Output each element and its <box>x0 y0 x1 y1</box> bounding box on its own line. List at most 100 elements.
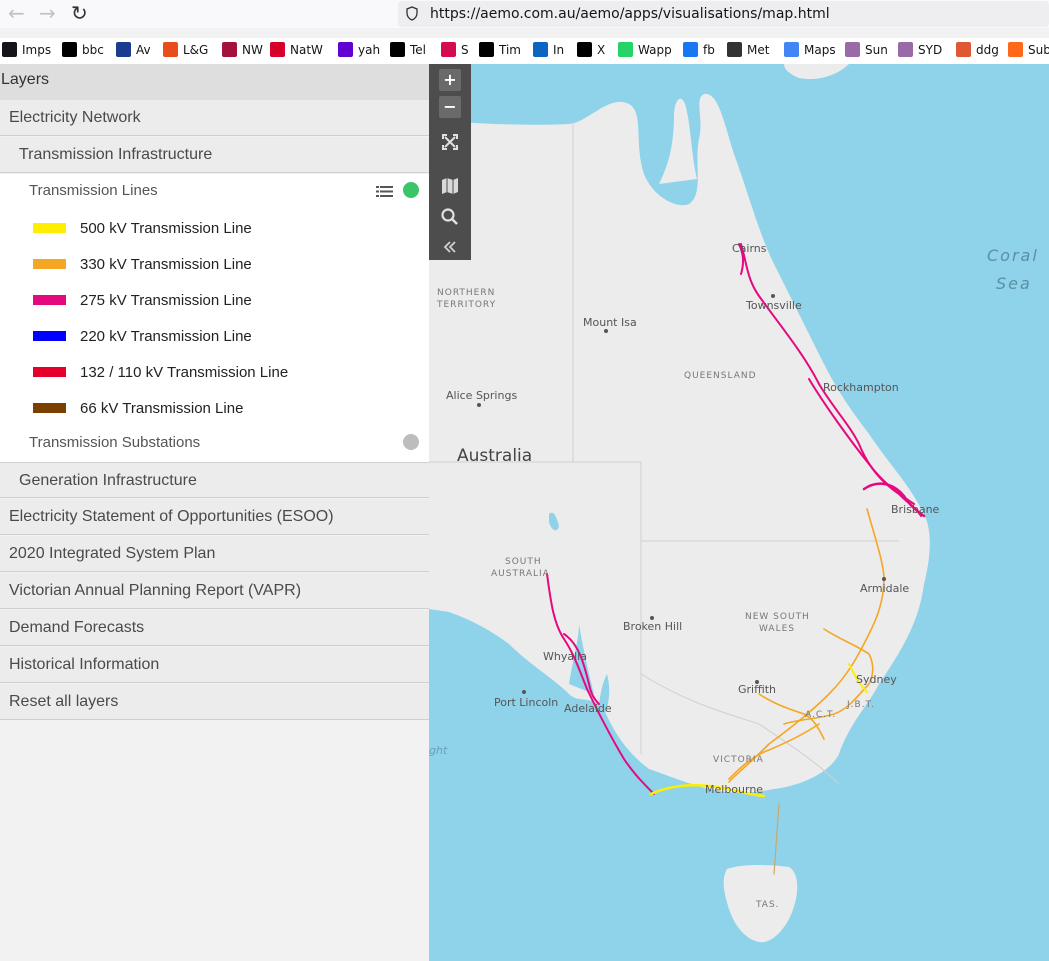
bookmark-substack[interactable]: Sub <box>1008 42 1049 57</box>
legend-label: 66 kV Transmission Line <box>80 399 244 417</box>
layers-panel: Layers Electricity Network Transmission … <box>0 64 430 961</box>
double-chevron-left-icon[interactable] <box>439 236 461 258</box>
city-dot-alice-springs <box>477 403 481 407</box>
folder-icon <box>2 42 17 57</box>
transmission-infrastructure-header[interactable]: Transmission Infrastructure <box>0 137 429 173</box>
bookmark-facebook[interactable]: fb <box>683 42 715 57</box>
s-icon <box>441 42 456 57</box>
region-south-australia-2: AUSTRALIA <box>491 569 550 579</box>
section-header[interactable]: Historical Information <box>0 647 429 683</box>
bookmark-telegraph[interactable]: Tel <box>390 42 426 57</box>
bookmark-s[interactable]: S <box>441 42 469 57</box>
partial-sea-label: ght <box>429 744 448 757</box>
bookmark-label: NatW <box>290 42 323 57</box>
bookmark-natwest[interactable]: NatW <box>270 42 323 57</box>
map-canvas[interactable]: Coral Sea Australia NORTHERN TERRITORY Q… <box>429 64 1049 961</box>
bookmark-label: S <box>461 42 469 57</box>
bookmark-umbrella[interactable]: L&G <box>163 42 208 57</box>
shield-icon <box>406 6 418 21</box>
new-guinea-landmass <box>784 64 849 80</box>
bookmark-google[interactable]: Maps <box>784 42 836 57</box>
address-bar[interactable]: https://aemo.com.au/aemo/apps/visualisat… <box>398 1 1049 27</box>
legend-item: 132 / 110 kV Transmission Line <box>33 361 288 383</box>
bookmark-syd[interactable]: SYD <box>898 42 942 57</box>
bookmark-linkedin[interactable]: In <box>533 42 564 57</box>
electricity-network-header[interactable]: Electricity Network <box>0 100 429 136</box>
city-port-lincoln: Port Lincoln <box>494 696 559 709</box>
bookmark-duckduckgo[interactable]: ddg <box>956 42 999 57</box>
city-dot-armidale <box>882 577 886 581</box>
city-whyalla: Whyalla <box>543 650 587 663</box>
city-brisbane: Brisbane <box>891 503 940 516</box>
electricity-network-label: Electricity Network <box>9 109 141 126</box>
natwest-icon <box>270 42 285 57</box>
city-townsville: Townsville <box>746 299 802 312</box>
bookmark-yahoo[interactable]: yah <box>338 42 380 57</box>
section-header[interactable]: Victorian Annual Planning Report (VAPR) <box>0 573 429 609</box>
yahoo-icon <box>338 42 353 57</box>
bookmark-sun[interactable]: Sun <box>845 42 888 57</box>
section-header[interactable]: Demand Forecasts <box>0 610 429 646</box>
section-header[interactable]: 2020 Integrated System Plan <box>0 536 429 572</box>
city-dot-townsville <box>771 294 775 298</box>
times-icon <box>479 42 494 57</box>
city-adelaide: Adelaide <box>564 702 612 715</box>
region-northern-territory-1: NORTHERN <box>437 288 496 298</box>
legend-swatch <box>33 367 66 377</box>
bookmark-x[interactable]: X <box>577 42 605 57</box>
bookmark-label: Av <box>136 42 151 57</box>
transmission-lines-label[interactable]: Transmission Lines <box>29 182 158 199</box>
legend-item: 220 kV Transmission Line <box>33 325 252 347</box>
bookmark-bbc[interactable]: bbc <box>62 42 104 57</box>
bookmark-label: Imps <box>22 42 52 57</box>
bookmark-aviva[interactable]: Av <box>116 42 151 57</box>
region-nsw-2: WALES <box>759 624 795 634</box>
list-icon[interactable] <box>376 185 393 198</box>
syd-icon <box>898 42 913 57</box>
bookmark-label: Tim <box>499 42 521 57</box>
legend-swatch <box>33 295 66 305</box>
section-label: 2020 Integrated System Plan <box>9 545 216 562</box>
legend-label: 275 kV Transmission Line <box>80 291 252 309</box>
bookmark-whatsapp[interactable]: Wapp <box>618 42 672 57</box>
zoom-out-button[interactable]: − <box>439 96 461 118</box>
bbc-icon <box>62 42 77 57</box>
generation-infrastructure-header[interactable]: Generation Infrastructure <box>0 462 429 498</box>
map-icon[interactable] <box>439 175 461 197</box>
forward-button[interactable]: → <box>39 3 56 23</box>
legend-swatch <box>33 403 66 413</box>
coral-sea-label-1: Coral <box>987 246 1039 265</box>
zoom-in-button[interactable]: + <box>439 69 461 91</box>
bookmark-times[interactable]: Tim <box>479 42 521 57</box>
region-jbt: J.B.T. <box>847 700 875 710</box>
fullscreen-icon[interactable] <box>439 131 461 153</box>
transmission-substations-toggle[interactable] <box>403 434 419 450</box>
transmission-substations-label[interactable]: Transmission Substations <box>29 434 200 451</box>
bookmark-label: Wapp <box>638 42 672 57</box>
section-header[interactable]: Electricity Statement of Opportunities (… <box>0 499 429 535</box>
linkedin-icon <box>533 42 548 57</box>
legend-swatch <box>33 331 66 341</box>
city-rockhampton: Rockhampton <box>823 381 899 394</box>
bookmark-met[interactable]: Met <box>727 42 769 57</box>
transmission-infrastructure-label: Transmission Infrastructure <box>19 146 213 163</box>
section-header[interactable]: Reset all layers <box>0 684 429 720</box>
layers-title: Layers <box>0 64 430 100</box>
section-label: Reset all layers <box>9 693 119 710</box>
bookmark-folder[interactable]: Imps <box>2 42 51 57</box>
region-south-australia-1: SOUTH <box>505 557 542 567</box>
city-melbourne: Melbourne <box>705 783 764 796</box>
bookmark-label: X <box>597 42 606 57</box>
city-broken-hill: Broken Hill <box>623 620 683 633</box>
region-nsw-1: NEW SOUTH <box>745 612 810 622</box>
reload-button[interactable]: ↻ <box>71 3 88 23</box>
city-sydney: Sydney <box>856 673 897 686</box>
section-label: Victorian Annual Planning Report (VAPR) <box>9 582 302 599</box>
search-icon[interactable] <box>439 206 461 228</box>
back-button[interactable]: ← <box>8 3 25 23</box>
transmission-lines-toggle[interactable] <box>403 182 419 198</box>
region-northern-territory-2: TERRITORY <box>437 300 497 310</box>
bookmark-label: SYD <box>918 42 943 57</box>
bookmark-nationwide[interactable]: NW <box>222 42 263 57</box>
map-toolbar: + − <box>429 64 471 260</box>
